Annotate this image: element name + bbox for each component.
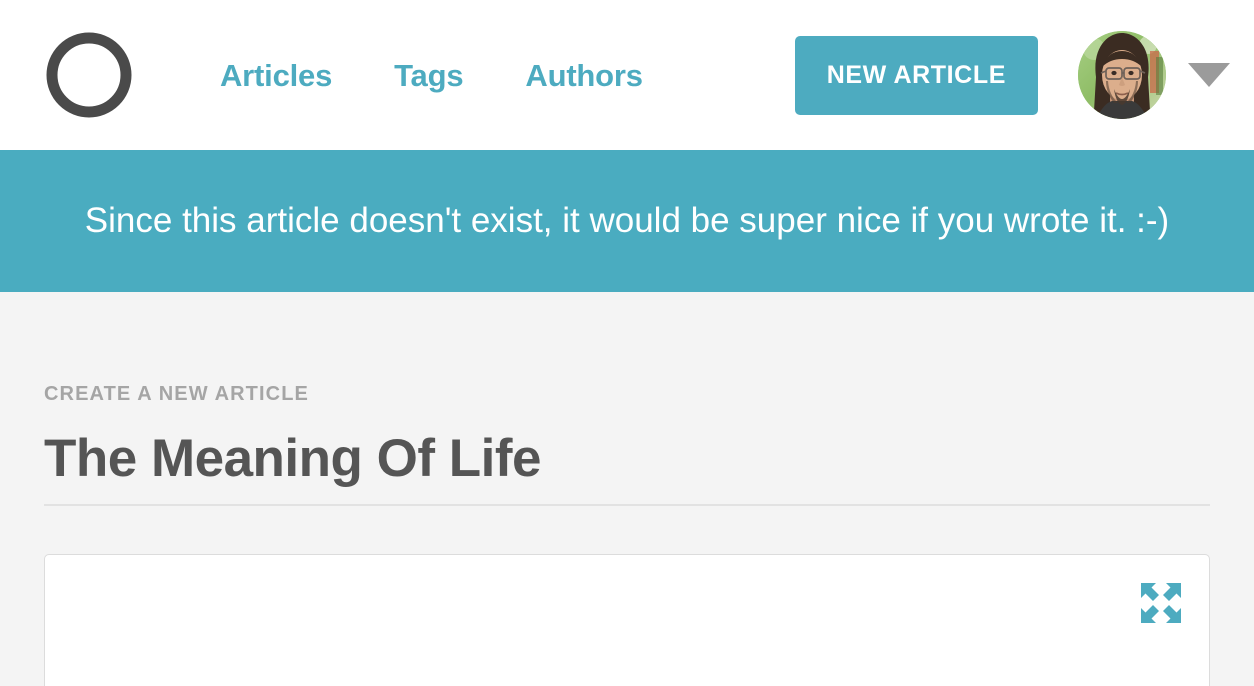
- info-banner: Since this article doesn't exist, it wou…: [0, 150, 1254, 292]
- main-content: CREATE A NEW ARTICLE The Meaning Of Life: [0, 292, 1254, 686]
- nav-link-authors[interactable]: Authors: [525, 60, 643, 91]
- new-article-button[interactable]: NEW ARTICLE: [794, 35, 1038, 115]
- title-divider: [44, 504, 1210, 507]
- page-title[interactable]: The Meaning Of Life: [44, 429, 1210, 488]
- chevron-down-icon[interactable]: [1188, 63, 1230, 87]
- page-eyebrow: CREATE A NEW ARTICLE: [44, 383, 309, 405]
- user-menu[interactable]: [1078, 31, 1230, 119]
- site-header: Articles Tags Authors NEW ARTICLE: [0, 0, 1254, 150]
- nav-link-tags[interactable]: Tags: [394, 60, 463, 91]
- logo-link[interactable]: [44, 30, 134, 120]
- avatar[interactable]: [1078, 31, 1166, 119]
- article-body-editor[interactable]: [44, 554, 1210, 686]
- ring-logo-icon: [46, 32, 132, 118]
- nav-link-articles[interactable]: Articles: [220, 60, 332, 91]
- avatar-image: [1078, 31, 1166, 119]
- header-actions: NEW ARTICLE: [794, 31, 1230, 119]
- expand-arrows-icon[interactable]: [1139, 581, 1183, 625]
- main-navigation: Articles Tags Authors: [220, 60, 643, 91]
- banner-message: Since this article doesn't exist, it wou…: [84, 201, 1170, 240]
